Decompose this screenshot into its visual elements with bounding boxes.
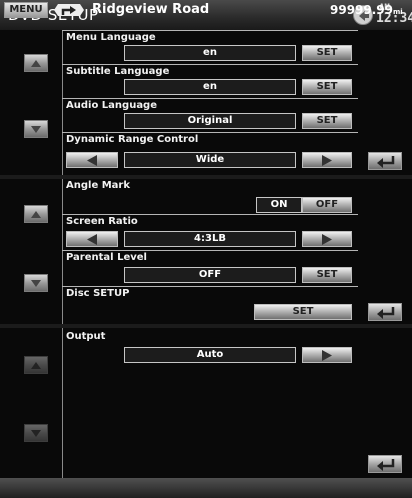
street-name: Ridgeview Road: [92, 2, 210, 17]
dynamic-range-row: Dynamic Range Control Wide: [62, 132, 358, 173]
return-button[interactable]: [368, 303, 402, 321]
left-arrow-icon: [87, 155, 97, 166]
parental-level-value: OFF: [124, 267, 296, 283]
return-icon: [377, 459, 395, 471]
dynamic-range-next-button[interactable]: [302, 152, 352, 168]
dynamic-range-value: Wide: [124, 152, 296, 168]
audio-language-set-button[interactable]: SET: [302, 113, 352, 129]
audio-language-value: Original: [124, 113, 296, 129]
return-icon: [377, 156, 395, 168]
subtitle-language-set-button[interactable]: SET: [302, 79, 352, 95]
menu-button[interactable]: MENU: [4, 2, 48, 18]
turn-right-icon: [54, 2, 84, 22]
screen-ratio-next-button[interactable]: [302, 231, 352, 247]
scroll-up-icon: [31, 362, 41, 369]
angle-mark-label: Angle Mark: [66, 180, 130, 191]
subtitle-language-row: Subtitle Language en SET: [62, 64, 358, 99]
output-label: Output: [66, 331, 106, 342]
scroll-down-button[interactable]: [24, 274, 48, 292]
angle-mark-off-button[interactable]: OFF: [302, 197, 352, 213]
scroll-down-icon: [31, 126, 41, 133]
output-next-button[interactable]: [302, 347, 352, 363]
scroll-up-icon: [31, 211, 41, 218]
parental-level-label: Parental Level: [66, 252, 147, 263]
return-icon: [377, 307, 395, 319]
parental-level-set-button[interactable]: SET: [302, 267, 352, 283]
output-value: Auto: [124, 347, 296, 363]
subtitle-language-label: Subtitle Language: [66, 66, 170, 77]
scroll-down-icon: [31, 280, 41, 287]
angle-mark-on-button[interactable]: ON: [256, 197, 302, 213]
menu-language-set-button[interactable]: SET: [302, 45, 352, 61]
distance-value: 99999.99: [330, 3, 394, 17]
scroll-up-button[interactable]: [24, 356, 48, 374]
scroll-down-button[interactable]: [24, 120, 48, 138]
disc-setup-set-button[interactable]: SET: [254, 304, 352, 320]
subtitle-language-value: en: [124, 79, 296, 95]
right-arrow-icon: [322, 155, 332, 166]
dynamic-range-prev-button[interactable]: [66, 152, 118, 168]
scroll-up-icon: [31, 60, 41, 67]
audio-language-row: Audio Language Original SET: [62, 98, 358, 133]
scroll-down-icon: [31, 430, 41, 437]
parental-level-row: Parental Level OFF SET: [62, 250, 358, 287]
angle-mark-row: Angle Mark ON OFF: [62, 179, 358, 214]
scroll-up-button[interactable]: [24, 54, 48, 72]
audio-language-label: Audio Language: [66, 100, 158, 111]
scroll-up-button[interactable]: [24, 205, 48, 223]
scroll-down-button[interactable]: [24, 424, 48, 442]
menu-language-row: Menu Language en SET: [62, 30, 358, 65]
nav-footer: [0, 478, 412, 498]
left-arrow-icon: [87, 234, 97, 245]
screen-ratio-value: 4:3LB: [124, 231, 296, 247]
menu-language-value: en: [124, 45, 296, 61]
return-button[interactable]: [368, 152, 402, 170]
screen-ratio-label: Screen Ratio: [66, 216, 138, 227]
screen-ratio-prev-button[interactable]: [66, 231, 118, 247]
dynamic-range-label: Dynamic Range Control: [66, 134, 199, 145]
right-arrow-icon: [322, 350, 332, 361]
distance-unit: mi: [393, 8, 403, 16]
right-arrow-icon: [322, 234, 332, 245]
screen-ratio-row: Screen Ratio 4:3LB: [62, 214, 358, 251]
disc-setup-label: Disc SETUP: [66, 288, 130, 299]
menu-language-label: Menu Language: [66, 32, 156, 43]
distance-readout: 99999.99mi: [330, 3, 403, 17]
output-row: Output Auto: [62, 330, 358, 370]
return-button[interactable]: [368, 455, 402, 473]
disc-setup-row: Disc SETUP SET: [62, 286, 358, 323]
